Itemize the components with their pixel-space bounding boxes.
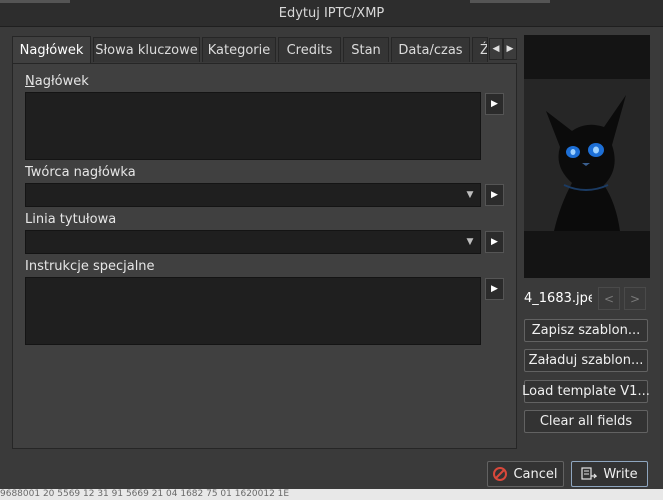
previous-image-button[interactable]: < [598,287,620,310]
tab-naglowek[interactable]: Nagłówek [12,36,91,63]
tab-data-czas[interactable]: Data/czas [391,37,470,62]
headline-creator-label: Twórca nagłówka [25,165,136,180]
write-icon [581,467,598,481]
write-button[interactable]: Write [571,461,648,487]
tab-slowa-kluczowe[interactable]: Słowa kluczowe [93,37,200,62]
next-image-button[interactable]: > [624,287,646,310]
triangle-right-icon: ▶ [491,237,498,247]
load-template-button[interactable]: Załaduj szablon... [524,349,648,372]
byline-title-label-text: Linia tytułowa [25,212,117,227]
byline-title-action-button[interactable]: ▶ [485,231,504,253]
background-window-edge [0,0,70,3]
tab-stan[interactable]: Stan [343,37,389,62]
tab-kategorie[interactable]: Kategorie [202,37,276,62]
triangle-right-icon: ▶ [491,99,498,109]
headline-creator-action-button[interactable]: ▶ [485,184,504,206]
special-instructions-label: Instrukcje specjalne [25,259,155,274]
special-instructions-action-button[interactable]: ▶ [485,278,504,300]
window-title: Edytuj IPTC/XMP [278,5,385,21]
headline-label: Nagłówek [25,74,89,89]
preview-filename: 4_1683.jpeg [524,291,592,306]
background-window-strip: 9688001 20 5569 12 31 91 5669 21 04 1682… [0,489,663,500]
chevron-left-icon: < [603,291,615,306]
triangle-left-icon: ◀ [492,44,500,54]
write-label: Write [603,466,638,482]
tab-credits[interactable]: Credits [278,37,341,62]
load-template-v1-button[interactable]: Load template V1... [522,380,650,403]
tab-scroll-right-button[interactable]: ▶ [503,38,517,60]
chevron-down-icon[interactable]: ▼ [460,184,480,206]
cancel-button[interactable]: Cancel [487,461,564,487]
byline-title-combobox[interactable]: ▼ [25,230,481,254]
clear-all-fields-button[interactable]: Clear all fields [524,410,648,433]
tab-zrodlo[interactable]: Ź [472,37,488,62]
chevron-down-icon[interactable]: ▼ [460,231,480,253]
triangle-right-icon: ▶ [491,284,498,294]
background-window-edge [470,0,550,3]
image-preview [524,35,650,278]
tab-bar: Nagłówek Słowa kluczowe Kategorie Credit… [12,36,517,63]
cancel-icon [493,467,508,481]
save-template-button[interactable]: Zapisz szablon... [524,319,648,342]
special-instructions-textarea[interactable] [25,277,481,345]
triangle-right-icon: ▶ [506,44,514,54]
tab-scroll-left-button[interactable]: ◀ [489,38,503,60]
headline-textarea[interactable] [25,92,481,160]
tab-panel-naglowek: Nagłówek ▶ Twórca nagłówka ▼ ▶ Linia tyt… [12,63,517,449]
byline-title-label: Linia tytułowa [25,212,116,227]
cancel-label: Cancel [513,466,558,482]
headline-action-button[interactable]: ▶ [485,93,504,115]
triangle-right-icon: ▶ [491,190,498,200]
headline-creator-combobox[interactable]: ▼ [25,183,481,207]
chevron-right-icon: > [629,291,641,306]
window-titlebar[interactable]: Edytuj IPTC/XMP [0,0,663,27]
headline-label-rest: agłówek [34,74,89,89]
cat-photo-thumbnail [524,35,650,278]
special-instructions-label-text: Instrukcje specjalne [25,259,155,274]
headline-creator-label-text: Twórca nagłówka [25,165,136,180]
